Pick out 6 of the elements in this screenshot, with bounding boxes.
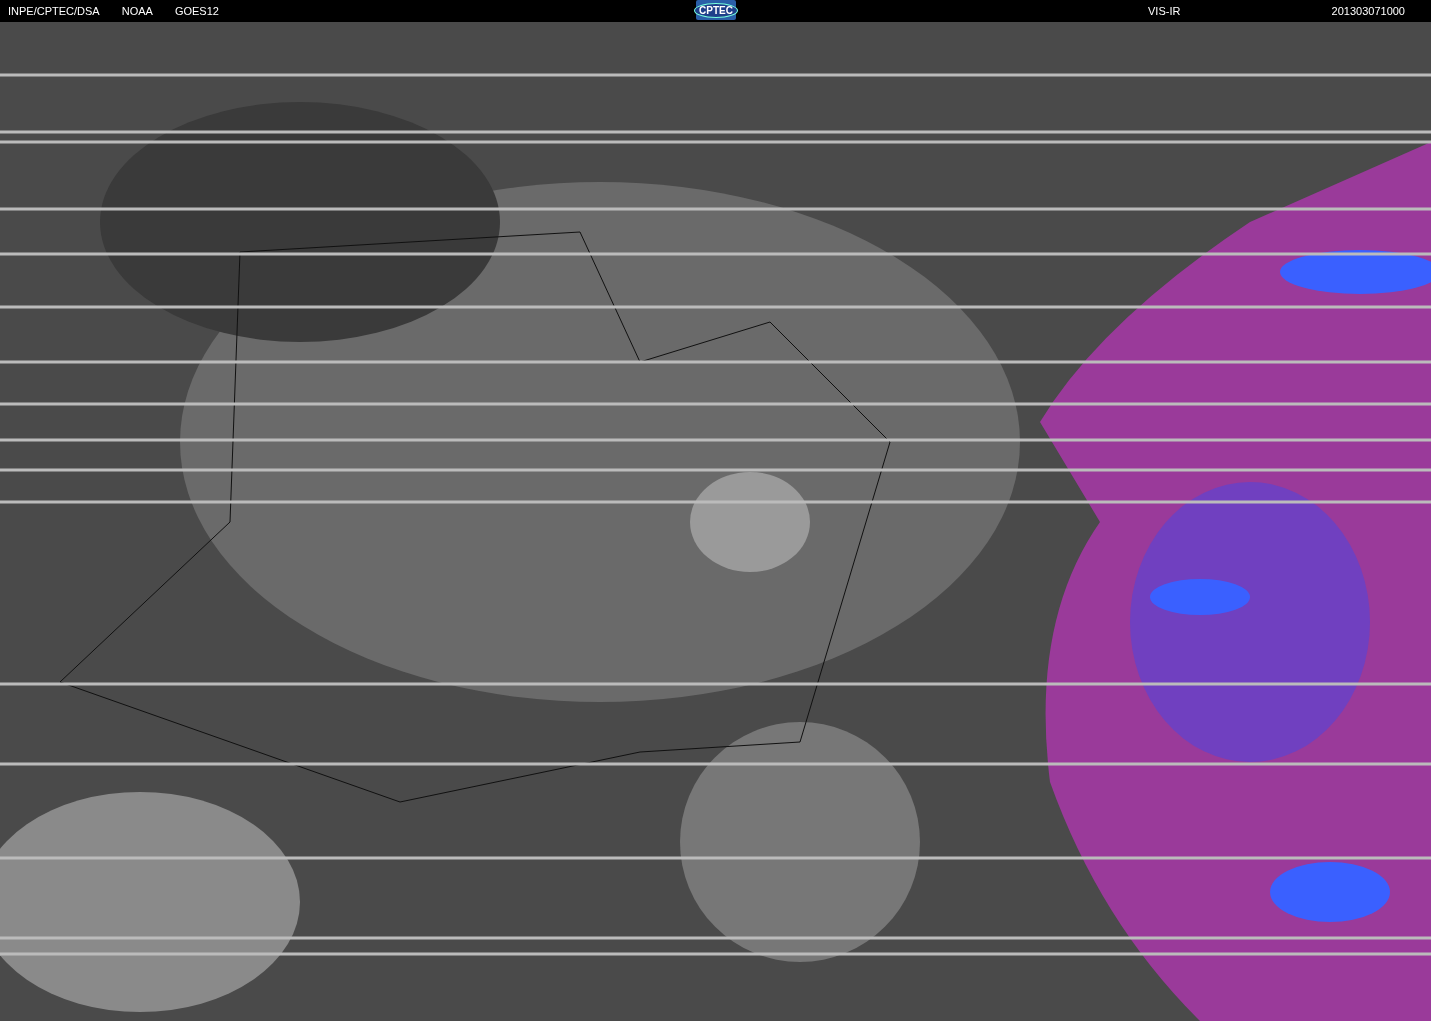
logo: CPTEC xyxy=(696,0,736,20)
timestamp-label: 201303071000 xyxy=(1331,5,1406,17)
agency-label: NOAA xyxy=(121,5,153,17)
channel-label: VIS-IR xyxy=(1148,5,1181,17)
source-label: INPE/CPTEC/DSA xyxy=(8,5,100,17)
satellite-label: GOES12 xyxy=(174,5,219,17)
